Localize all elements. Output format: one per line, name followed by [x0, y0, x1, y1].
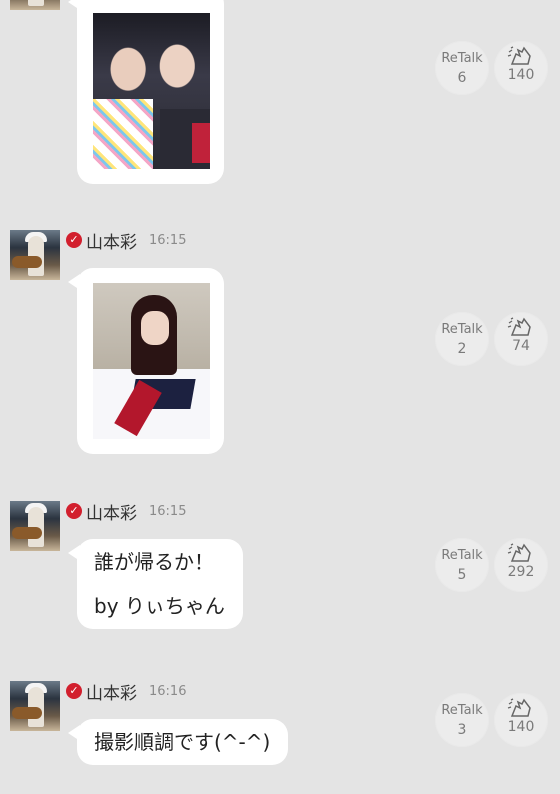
message-text-line: 撮影順調です(^-^)	[94, 730, 271, 754]
retalk-label: ReTalk	[441, 703, 483, 718]
clap-count: 140	[507, 67, 535, 83]
message-text-line: by りぃちゃん	[94, 594, 225, 618]
photo-bubble[interactable]	[68, 268, 224, 454]
retalk-count: 2	[457, 341, 467, 357]
retalk-label: ReTalk	[441, 548, 483, 563]
photo-image[interactable]	[93, 13, 210, 169]
text-bubble[interactable]: 誰が帰るか！ by りぃちゃん	[68, 539, 243, 629]
avatar[interactable]	[10, 681, 60, 731]
clap-count: 74	[512, 338, 530, 354]
avatar[interactable]	[10, 0, 60, 10]
clapping-hands-icon	[507, 46, 531, 65]
verified-check-icon: ✓	[66, 503, 82, 519]
clap-count: 140	[507, 719, 535, 735]
retalk-label: ReTalk	[441, 322, 483, 337]
retalk-count: 6	[457, 70, 467, 86]
retalk-button[interactable]: ReTalk 5	[435, 538, 489, 592]
clap-count: 292	[507, 564, 535, 580]
timestamp: 16:16	[149, 683, 187, 699]
clapping-hands-icon	[507, 317, 531, 336]
photo-image[interactable]	[93, 283, 210, 439]
text-bubble[interactable]: 撮影順調です(^-^)	[67, 719, 289, 765]
verified-check-icon: ✓	[66, 232, 82, 248]
message-header: ✓ 山本彩 16:15	[66, 499, 187, 524]
message-header: ✓ 山本彩 16:15	[66, 228, 187, 253]
retalk-label: ReTalk	[441, 51, 483, 66]
author-name[interactable]: 山本彩	[86, 679, 137, 704]
retalk-button[interactable]: ReTalk 3	[435, 693, 489, 747]
clap-button[interactable]: 140	[494, 41, 548, 95]
timestamp: 16:15	[149, 503, 187, 519]
verified-check-icon: ✓	[66, 683, 82, 699]
author-name[interactable]: 山本彩	[86, 499, 137, 524]
timestamp: 16:15	[149, 232, 187, 248]
clapping-hands-icon	[507, 543, 531, 562]
message-header: ✓ 山本彩 16:16	[66, 679, 187, 704]
clap-button[interactable]: 292	[494, 538, 548, 592]
retalk-button[interactable]: ReTalk 2	[435, 312, 489, 366]
clap-button[interactable]: 140	[494, 693, 548, 747]
photo-bubble[interactable]	[68, 0, 224, 184]
avatar[interactable]	[10, 501, 60, 551]
retalk-count: 5	[457, 567, 467, 583]
clap-button[interactable]: 74	[494, 312, 548, 366]
message-text-line: 誰が帰るか！	[94, 550, 214, 574]
author-name[interactable]: 山本彩	[86, 228, 137, 253]
retalk-button[interactable]: ReTalk 6	[435, 41, 489, 95]
retalk-count: 3	[457, 722, 467, 738]
avatar[interactable]	[10, 230, 60, 280]
clapping-hands-icon	[507, 698, 531, 717]
